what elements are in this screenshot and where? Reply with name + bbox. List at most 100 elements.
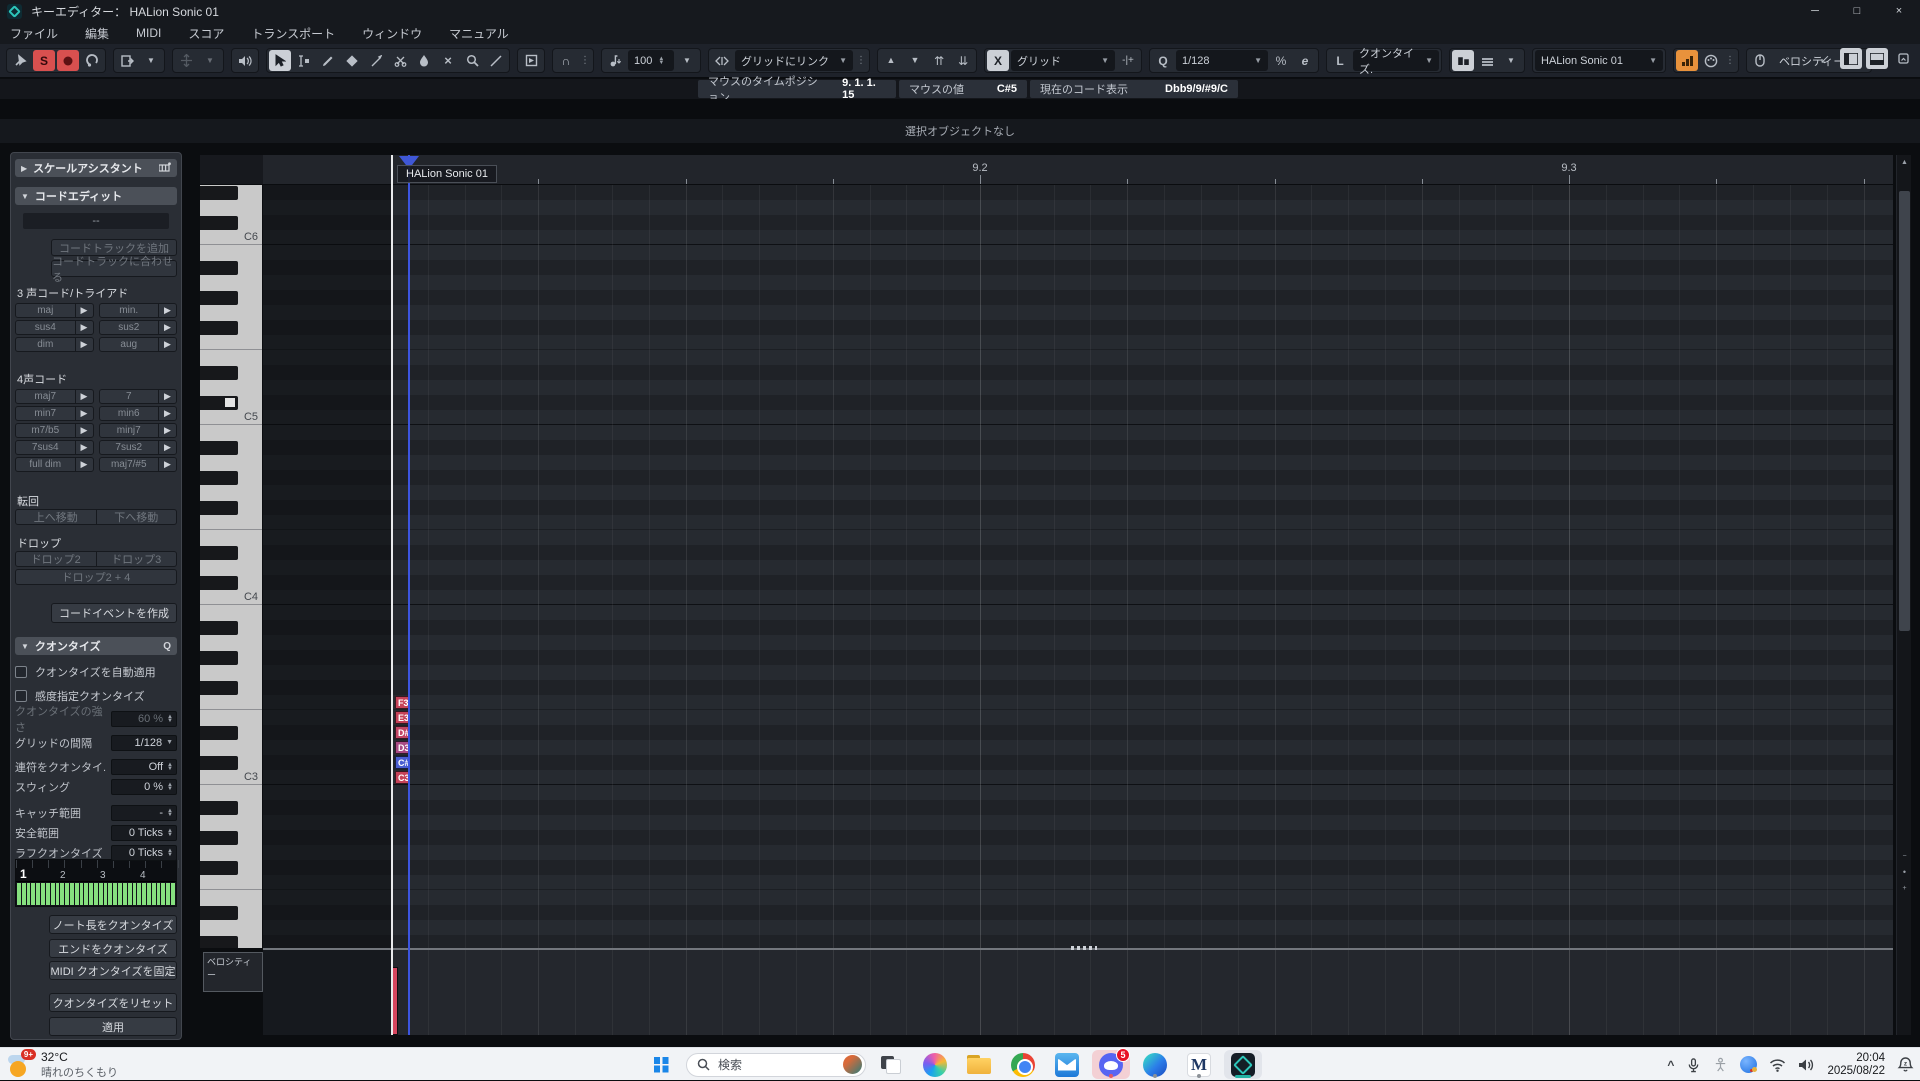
menu-window[interactable]: ウィンドウ [362,25,422,42]
chord-options-arrow-icon[interactable]: ▶ [75,338,93,351]
piano-key-a-4[interactable] [200,440,263,455]
scroll-up-arrow-icon[interactable]: ▲ [1897,155,1912,169]
taskbar-app-mail[interactable] [1048,1050,1086,1079]
soft-quantize-checkbox[interactable] [15,690,27,702]
chord-button-minj7[interactable]: minj7▶ [99,423,178,438]
chord-button-7sus2[interactable]: 7sus2▶ [99,440,178,455]
chord-button-m7-b5[interactable]: m7/b5▶ [15,423,94,438]
weather-widget[interactable]: 9+ 32°C 晴れのちくもり [8,1050,118,1080]
mute-tool-icon[interactable]: × [437,50,459,71]
chord-options-arrow-icon[interactable]: ▶ [75,390,93,403]
wifi-icon[interactable] [1769,1058,1786,1072]
taskbar-app-copilot[interactable] [916,1050,954,1079]
midi-note-d-3[interactable]: D#3 [395,726,409,739]
dropdown-arrow-icon[interactable]: ▼ [166,739,173,746]
piano-key-c6[interactable]: C6 [200,230,263,245]
chord-button-min7[interactable]: min7▶ [15,406,94,421]
piano-key-c-2[interactable] [200,935,263,948]
spinner-icon[interactable]: ▲▼ [167,783,173,791]
currently-edited-part-select[interactable]: HALion Sonic 01▼ [1535,50,1663,71]
piano-key-d-2[interactable] [200,905,263,920]
record-in-editor-button[interactable] [57,50,79,71]
piano-key-a-2[interactable] [200,800,263,815]
match-chord-track-button[interactable]: コードトラックに合わせる [51,260,177,277]
chord-button-dim[interactable]: dim▶ [15,337,94,352]
taskbar-search-input[interactable]: 検索 [686,1053,866,1077]
chord-button-maj[interactable]: maj▶ [15,303,94,318]
menu-edit[interactable]: 編集 [85,25,109,42]
piano-key-d-4[interactable] [200,545,263,560]
part-list-dropdown-arrow-icon[interactable]: ▼ [1500,50,1522,71]
iterative-quantize-icon[interactable]: % [1270,50,1292,71]
taskbar-app-cubase[interactable] [1224,1050,1262,1079]
chord-options-arrow-icon[interactable]: ▶ [158,304,176,317]
chord-button-7[interactable]: 7▶ [99,389,178,404]
part-name-chip[interactable]: HALion Sonic 01 [397,165,497,183]
chord-options-arrow-icon[interactable]: ▶ [75,304,93,317]
chord-options-arrow-icon[interactable]: ▶ [158,321,176,334]
velocity-spinner-icon[interactable]: ▲▼ [658,57,664,65]
transpose-semitone-up-button[interactable]: ▲ [880,50,902,71]
minimize-button[interactable]: ─ [1794,0,1836,22]
quantize-ends-button[interactable]: エンドをクオンタイズ [49,939,177,958]
open-quantize-panel-icon[interactable]: e [1294,50,1316,71]
piano-key-b5[interactable] [200,245,263,260]
chord-options-arrow-icon[interactable]: ▶ [75,407,93,420]
menu-transport[interactable]: トランスポート [251,25,335,42]
piano-key-c5[interactable]: C5 [200,410,263,425]
setup-toolbar-gear-icon[interactable] [1892,48,1914,69]
close-button[interactable]: × [1878,0,1920,22]
transpose-octave-down-button[interactable]: ⇊ [952,50,974,71]
menu-midi[interactable]: MIDI [136,26,161,40]
piano-key-c-4[interactable] [200,575,263,590]
piano-key-d-6[interactable] [200,185,263,200]
independent-loop-icon[interactable]: ∩ [555,50,577,71]
snap-type-select[interactable]: グリッド▼ [1011,50,1115,71]
show-part-borders-icon[interactable] [520,50,542,71]
piano-key-b3[interactable] [200,605,263,620]
chord-button-7sus4[interactable]: 7sus4▶ [15,440,94,455]
chord-options-arrow-icon[interactable]: ▶ [158,338,176,351]
autoscroll-icon[interactable] [116,50,138,71]
spinner-icon[interactable]: ▲▼ [167,829,173,837]
quantize-catch-value[interactable]: -▲▼ [111,805,177,821]
piano-key-e3[interactable] [200,710,263,725]
piano-key-g3[interactable] [200,665,263,680]
draw-tool-pencil-icon[interactable] [317,50,339,71]
piano-key-a2[interactable] [200,815,263,830]
piano-key-f4[interactable] [200,515,263,530]
piano-key-f2[interactable] [200,875,263,890]
chord-options-arrow-icon[interactable]: ▶ [75,424,93,437]
object-selection-tool[interactable] [269,50,291,71]
chord-button-aug[interactable]: aug▶ [99,337,178,352]
piano-key-d-5[interactable] [200,365,263,380]
piano-key-e4[interactable] [200,530,263,545]
menu-score[interactable]: スコア [188,25,224,42]
note-grid[interactable]: F3E3D#3D3C#3C3 [263,185,1893,948]
drop-2-4-button[interactable]: ドロップ2 + 4 [15,569,177,585]
zoom-tool-icon[interactable] [461,50,483,71]
edit-active-part-layers-icon[interactable] [1476,50,1498,71]
piano-key-c-6[interactable] [200,215,263,230]
quantize-note-lengths-button[interactable]: ノート長をクオンタイズ [49,915,177,934]
piano-key-g2[interactable] [200,845,263,860]
create-chord-event-button[interactable]: コードイベントを作成 [51,603,177,623]
trim-tool[interactable] [293,50,315,71]
piano-key-b4[interactable] [200,425,263,440]
timeline-ruler[interactable]: 9.29.3 [263,155,1893,185]
piano-key-f5[interactable] [200,335,263,350]
chord-button-sus2[interactable]: sus2▶ [99,320,178,335]
start-button[interactable] [642,1050,680,1079]
quantize-rough-value[interactable]: 0 Ticks▲▼ [111,845,177,861]
chord-options-arrow-icon[interactable]: ▶ [158,407,176,420]
piano-key-f-3[interactable] [200,680,263,695]
drop-button-3[interactable]: ドロップ3 [97,551,178,567]
piano-key-e5[interactable] [200,350,263,365]
insert-velocity-field[interactable]: 100▲▼ [628,50,674,71]
insert-velocity-dropdown-arrow-icon[interactable]: ▼ [676,50,698,71]
section-quantize[interactable]: ▼ クオンタイズ Q [15,637,177,655]
clock-widget[interactable]: 20:04 2025/08/22 [1827,1052,1885,1078]
snap-on-off-button[interactable]: X [987,50,1009,71]
chord-button-maj7[interactable]: maj7▶ [15,389,94,404]
piano-key-a4[interactable] [200,455,263,470]
